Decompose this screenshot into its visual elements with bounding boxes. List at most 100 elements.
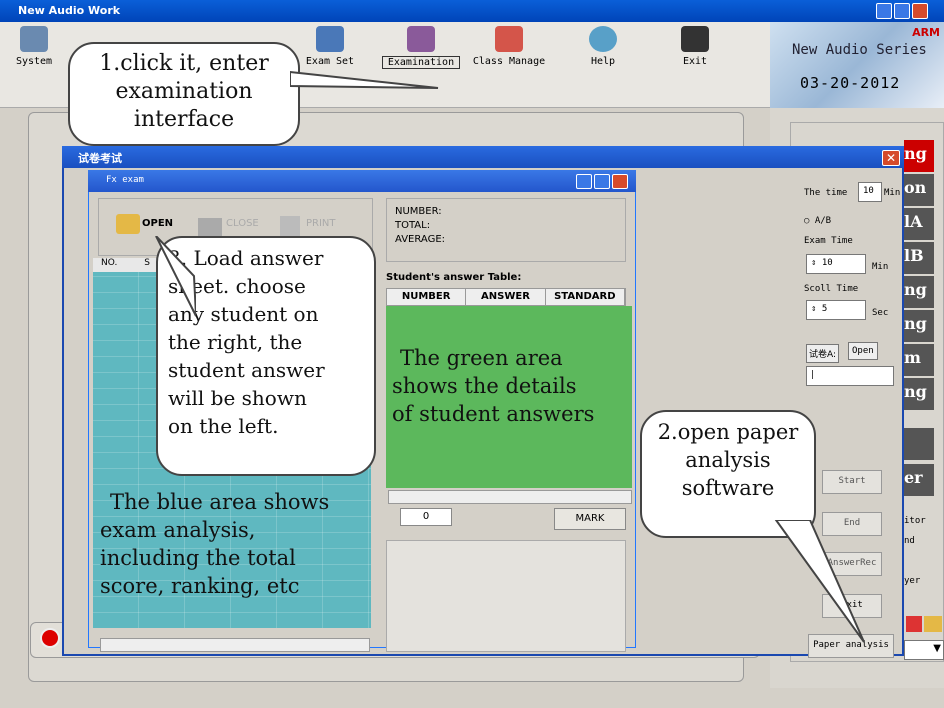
side-tab-label[interactable]: on [904, 174, 934, 206]
callout-1-pointer [290, 70, 439, 89]
side-text: itor [904, 516, 926, 526]
side-tab-label[interactable]: m [904, 344, 934, 376]
side-tab-label[interactable]: ng [904, 276, 934, 308]
close-button[interactable] [912, 3, 928, 19]
side-text: nd [904, 536, 915, 546]
callout-3-line: student answer [168, 358, 325, 382]
open-paper-button[interactable]: Open [848, 342, 878, 360]
answer-col-number: NUMBER [387, 289, 467, 305]
minimize-button[interactable] [876, 3, 892, 19]
brand-name: New Audio Series [792, 42, 927, 58]
blue-caption-line: including the total [100, 546, 296, 570]
answer-col-standard: STANDARD [546, 289, 625, 305]
exam-close-icon[interactable]: ✕ [882, 150, 900, 166]
callout-3-line: any student on [168, 302, 319, 326]
close-file-icon[interactable] [198, 218, 222, 238]
chevron-down-icon: ▼ [933, 643, 941, 654]
dropdown-select[interactable]: ▼ [904, 640, 944, 660]
side-tab-blank[interactable] [904, 428, 934, 460]
side-tab-label[interactable]: ng [904, 310, 934, 342]
analysis-horizontal-scrollbar[interactable] [100, 638, 370, 652]
exit-icon [681, 26, 709, 52]
side-tabs: ng on lA lB ng ng m ng er itor nd yer [904, 140, 944, 630]
exam-window-title: 试卷考试 [78, 152, 122, 165]
green-caption-line: shows the details [392, 374, 577, 398]
print-button[interactable]: PRINT [306, 218, 336, 229]
folder-icon[interactable] [924, 616, 942, 632]
column-no: NO. [101, 258, 118, 268]
scoll-time-label: Scoll Time [804, 284, 859, 294]
fx-close-icon[interactable] [612, 174, 628, 189]
ab-label: A/B [814, 216, 832, 226]
toolbar-help-label: Help [590, 56, 616, 67]
side-tab-label[interactable]: lB [904, 242, 934, 274]
exam-time-value: 10 [821, 258, 833, 268]
green-area-caption: The green area shows the details of stud… [392, 344, 594, 428]
start-button[interactable]: Start [822, 470, 882, 494]
time-field[interactable]: 10 [858, 182, 882, 202]
maximize-button[interactable] [894, 3, 910, 19]
stat-number: NUMBER: [395, 206, 442, 217]
printer-icon[interactable] [280, 216, 300, 236]
side-text: yer [904, 576, 921, 586]
toolbar-exit-label: Exit [682, 56, 708, 67]
exam-time-field[interactable]: ⇕ 10 [806, 254, 866, 274]
answer-col-answer: ANSWER [466, 289, 546, 305]
toolbar-system[interactable]: System [4, 26, 64, 67]
blue-caption-line: score, ranking, etc [100, 574, 300, 598]
toolbar-exam-set[interactable]: Exam Set [300, 26, 360, 67]
record-indicator-icon[interactable] [40, 628, 60, 648]
ab-radio[interactable]: ○ A/B [804, 216, 831, 226]
side-tab-label[interactable]: lA [904, 208, 934, 240]
mark-button[interactable]: MARK [554, 508, 626, 530]
scoll-time-value: 5 [821, 304, 828, 314]
stat-average: AVERAGE: [395, 234, 446, 245]
exam-window-titlebar: 试卷考试 [62, 146, 904, 168]
paper-a-label: 试卷A: [806, 344, 840, 363]
open-button[interactable]: OPEN [142, 218, 173, 229]
exam-time-label: Exam Time [804, 236, 853, 246]
log-textarea[interactable] [386, 540, 626, 652]
callout-2-pointer [774, 520, 865, 643]
class-manage-icon [495, 26, 523, 52]
callout-3-line: will be shown [168, 386, 307, 410]
time-unit: Min [884, 188, 901, 198]
paper-a-path-field[interactable]: | [806, 366, 894, 386]
callout-3-line: on the left. [168, 414, 279, 438]
callout-step-1: 1.click it, enter examination interface [68, 42, 300, 146]
count-field[interactable]: 0 [400, 508, 452, 526]
examination-icon [407, 26, 435, 52]
scoll-time-unit: Sec [872, 308, 889, 318]
fx-minimize-icon[interactable] [576, 174, 592, 189]
scoll-time-field[interactable]: ⇕ 5 [806, 300, 866, 320]
fx-exam-title: Fx exam [106, 175, 144, 185]
stats-box: NUMBER: TOTAL: AVERAGE: [386, 198, 626, 262]
stat-total: TOTAL: [395, 220, 431, 231]
green-caption-line: of student answers [392, 402, 595, 426]
toolbar-system-label: System [15, 56, 53, 67]
open-folder-icon[interactable] [116, 214, 140, 234]
record-icon[interactable] [906, 616, 922, 632]
callout-3-line: sheet. choose [168, 274, 306, 298]
time-label: The time [804, 188, 848, 198]
main-window-titlebar: New Audio Work [0, 0, 944, 22]
help-icon [589, 26, 617, 52]
toolbar-help[interactable]: Help [578, 26, 628, 67]
blue-caption-line: exam analysis, [100, 518, 256, 542]
side-tab-label[interactable]: ng [904, 378, 934, 410]
toolbar-exit[interactable]: Exit [670, 26, 720, 67]
blue-area-caption: The blue area shows exam analysis, inclu… [100, 488, 329, 600]
side-tab-label[interactable]: ng [904, 140, 934, 172]
close-file-button[interactable]: CLOSE [226, 218, 259, 229]
toolbar-class-manage[interactable]: Class Manage [468, 26, 550, 67]
callout-2-line: analysis [685, 448, 771, 472]
toolbar-class-manage-label: Class Manage [472, 56, 546, 67]
toolbar-examination[interactable]: Examination [382, 26, 460, 69]
exam-set-icon [316, 26, 344, 52]
answer-horizontal-scrollbar[interactable] [388, 490, 632, 504]
fx-exam-titlebar: Fx exam [88, 170, 636, 192]
side-tab-label[interactable]: er [904, 464, 934, 496]
fx-maximize-icon[interactable] [594, 174, 610, 189]
callout-step-2: 2.open paper analysis software [640, 410, 816, 538]
callout-1-line: examination [115, 79, 253, 104]
